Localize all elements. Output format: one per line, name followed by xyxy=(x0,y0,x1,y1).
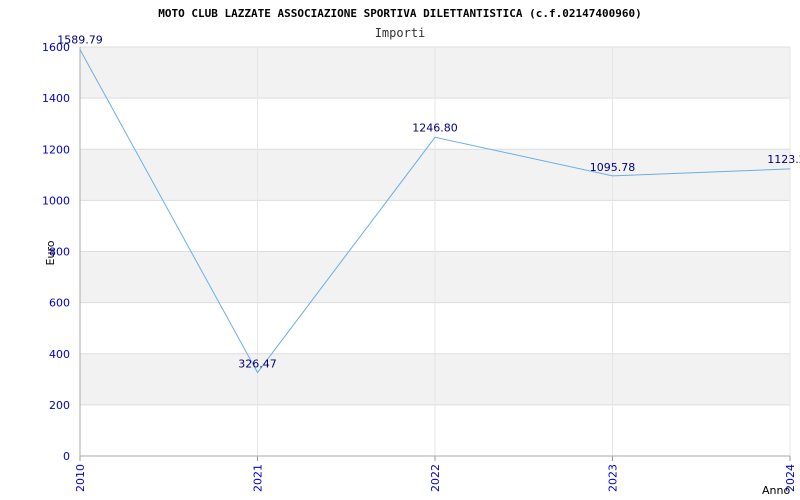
data-label: 1589.79 xyxy=(57,34,103,47)
chart-title: MOTO CLUB LAZZATE ASSOCIAZIONE SPORTIVA … xyxy=(158,7,641,20)
data-label: 1246.80 xyxy=(412,121,458,134)
y-tick-label: 200 xyxy=(49,399,70,412)
y-tick-label: 1400 xyxy=(42,92,70,105)
data-label: 1095.78 xyxy=(590,161,636,174)
x-axis-label: Anno xyxy=(762,484,790,497)
x-tick-label: 2022 xyxy=(429,464,442,492)
chart-subtitle: Importi xyxy=(375,26,426,40)
y-axis-label: Euro xyxy=(44,240,57,265)
y-tick-label: 1200 xyxy=(42,143,70,156)
x-tick-label: 2021 xyxy=(252,464,265,492)
y-tick-label: 0 xyxy=(63,450,70,463)
y-tick-label: 600 xyxy=(49,297,70,310)
y-tick-label: 1000 xyxy=(42,194,70,207)
x-tick-label: 2023 xyxy=(607,464,620,492)
y-tick-label: 400 xyxy=(49,348,70,361)
data-label: 1123.20 xyxy=(767,153,800,166)
line-chart: 020040060080010001200140016002010 2021 202… xyxy=(42,7,800,497)
data-label: 326.47 xyxy=(238,358,277,371)
x-tick-label: 2010 xyxy=(74,464,87,492)
